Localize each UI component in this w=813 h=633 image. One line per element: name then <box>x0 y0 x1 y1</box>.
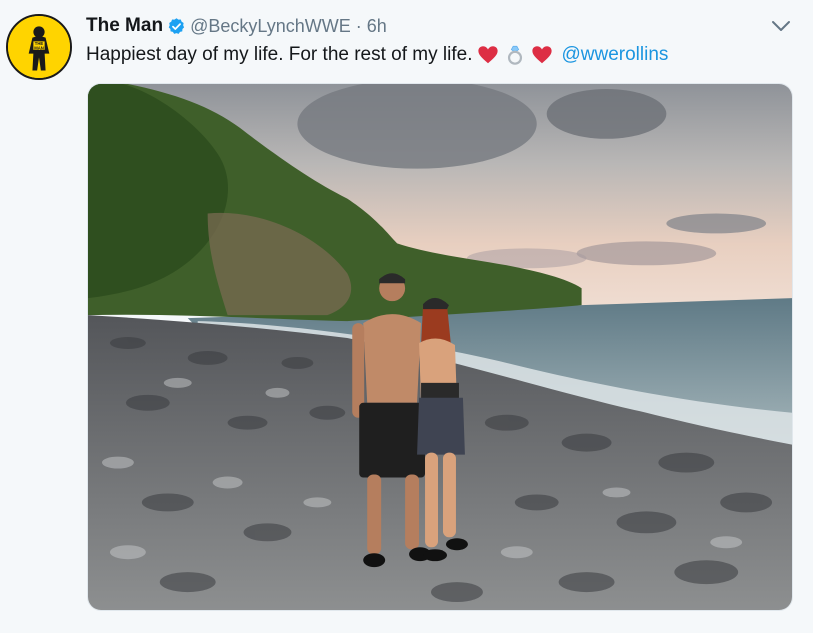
ring-icon <box>504 44 526 66</box>
avatar[interactable]: THE MAN <box>6 14 72 80</box>
mention-link[interactable]: @wwerollins <box>561 42 668 68</box>
tweet-body: Happiest day of my life. For the rest of… <box>86 44 473 65</box>
tweet-photo[interactable] <box>87 83 793 611</box>
red-heart-icon <box>477 44 499 66</box>
separator-dot: · <box>355 15 362 36</box>
tweet-text: Happiest day of my life. For the rest of… <box>86 42 668 68</box>
beach-photo <box>88 84 792 610</box>
chevron-down-icon[interactable] <box>770 18 792 34</box>
avatar-text-line2: MAN <box>34 45 44 50</box>
display-name[interactable]: The Man <box>86 15 163 37</box>
avatar-image: THE MAN <box>8 16 70 78</box>
handle[interactable]: @BeckyLynchWWE <box>190 16 351 37</box>
timestamp[interactable]: 6h <box>367 16 387 37</box>
tweet[interactable]: THE MAN The Man @BeckyLynchWWE · 6h Happ… <box>0 0 813 633</box>
red-heart-icon <box>531 44 553 66</box>
verified-badge-icon <box>167 17 186 36</box>
tweet-header: The Man @BeckyLynchWWE · 6h <box>86 14 387 38</box>
